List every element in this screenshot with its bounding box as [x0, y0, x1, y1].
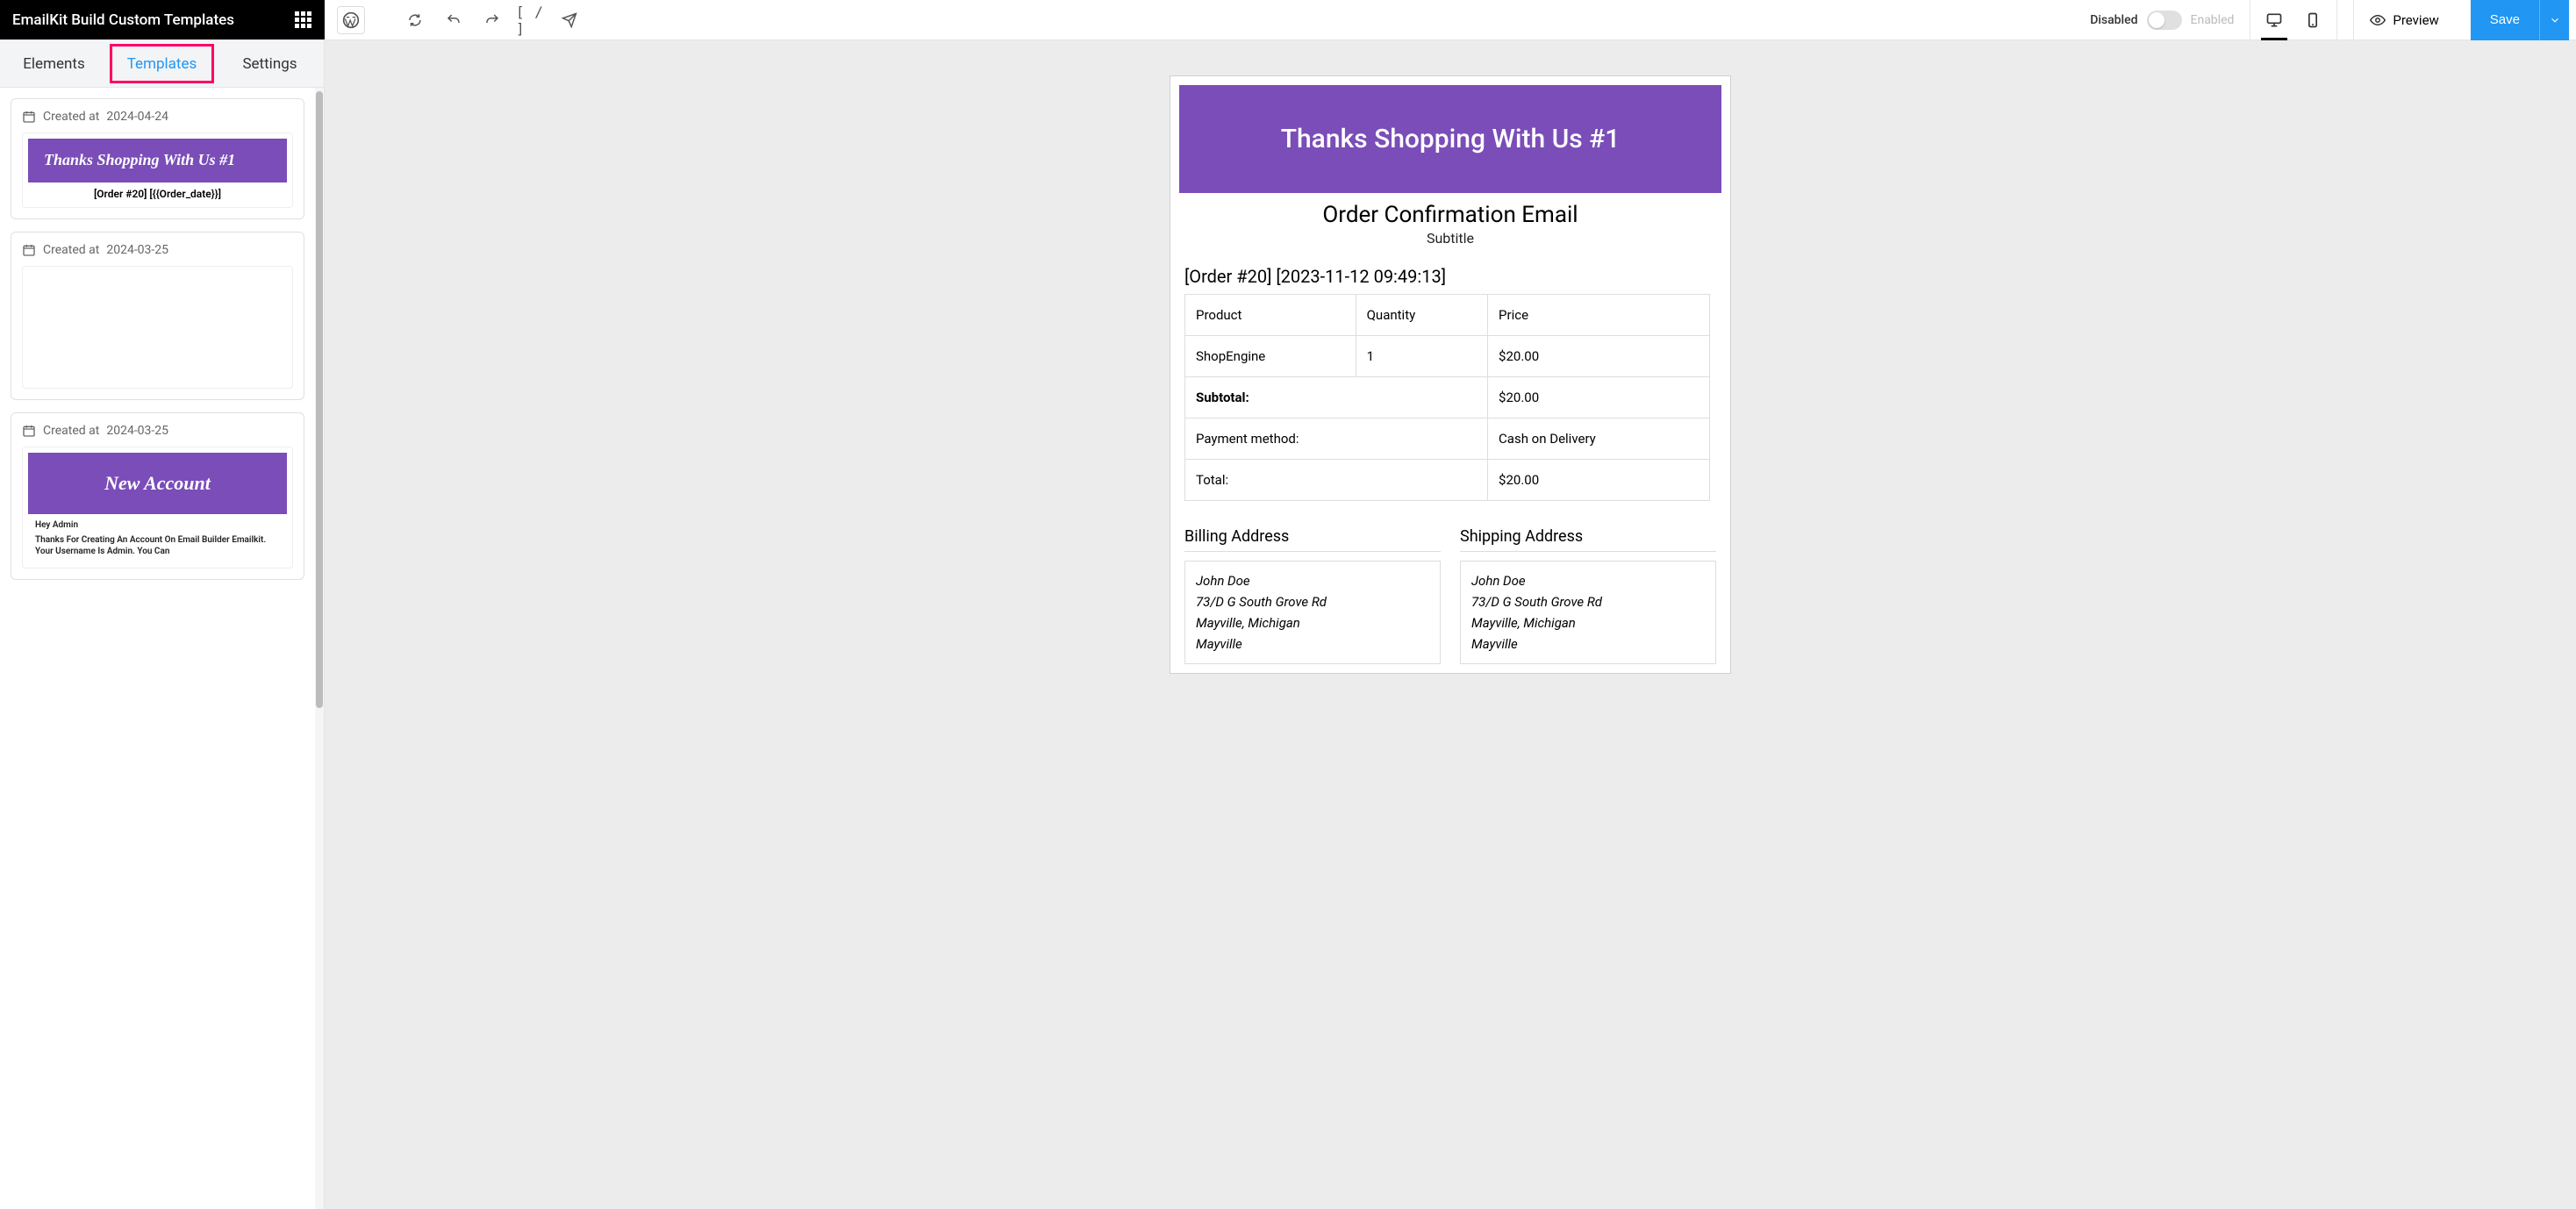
td-price: $20.00 — [1488, 336, 1710, 377]
main-layout: Elements Templates Settings Created at 2… — [0, 40, 2576, 1209]
tab-elements[interactable]: Elements — [0, 40, 108, 87]
billing-box: John Doe 73/D G South Grove Rd Mayville,… — [1184, 561, 1441, 664]
email-title: Order Confirmation Email — [1179, 202, 1721, 228]
undo-button[interactable] — [439, 5, 469, 35]
thumbnail-banner: New Account — [28, 453, 287, 514]
mobile-view-button[interactable] — [2301, 9, 2324, 32]
save-group: Save — [2471, 0, 2569, 40]
template-meta: Created at 2024-03-25 — [22, 243, 293, 257]
billing-column: Billing Address John Doe 73/D G South Gr… — [1184, 527, 1441, 664]
enable-toggle[interactable] — [2147, 11, 2182, 30]
toolbar-right: Disabled Enabled Preview Save — [2090, 0, 2569, 40]
shipping-name: John Doe — [1471, 570, 1705, 591]
sidebar: Elements Templates Settings Created at 2… — [0, 40, 325, 1209]
shortcode-button[interactable]: [ / ] — [516, 5, 546, 35]
order-table: Product Quantity Price ShopEngine 1 $20.… — [1184, 294, 1710, 501]
th-price: Price — [1488, 295, 1710, 336]
wordpress-button[interactable] — [337, 6, 365, 34]
table-row: Product Quantity Price — [1185, 295, 1710, 336]
enable-toggle-group: Disabled Enabled — [2090, 11, 2234, 30]
shipping-title: Shipping Address — [1460, 527, 1716, 552]
email-hero: Thanks Shopping With Us #1 — [1179, 85, 1721, 193]
redo-button[interactable] — [477, 5, 507, 35]
preview-label: Preview — [2393, 12, 2438, 28]
template-thumbnail: Thanks Shopping With Us #1 [Order #20] [… — [22, 132, 293, 208]
shipping-street: 73/D G South Grove Rd — [1471, 591, 1705, 612]
billing-city: Mayville, Michigan — [1196, 612, 1429, 633]
shipping-box: John Doe 73/D G South Grove Rd Mayville,… — [1460, 561, 1716, 664]
brand-title: EmailKit Build Custom Templates — [12, 11, 234, 29]
created-prefix: Created at — [43, 424, 99, 438]
thumbnail-subtext: [Order #20] [{{Order_date}}] — [28, 182, 287, 202]
thumbnail-body: Thanks For Creating An Account On Email … — [35, 534, 280, 557]
created-date: 2024-03-25 — [106, 243, 168, 257]
sidebar-tabs: Elements Templates Settings — [0, 40, 324, 88]
th-quantity: Quantity — [1356, 295, 1487, 336]
save-button[interactable]: Save — [2471, 0, 2539, 40]
template-meta: Created at 2024-04-24 — [22, 110, 293, 124]
order-header: [Order #20] [2023-11-12 09:49:13] — [1184, 266, 1716, 287]
table-row: Total: $20.00 — [1185, 460, 1710, 501]
preview-button[interactable]: Preview — [2353, 0, 2454, 40]
total-label: Total: — [1185, 460, 1488, 501]
created-date: 2024-03-25 — [106, 424, 168, 438]
thumbnail-banner: Thanks Shopping With Us #1 — [28, 139, 287, 182]
created-prefix: Created at — [43, 110, 99, 124]
tab-templates[interactable]: Templates — [108, 40, 216, 87]
shipping-extra: Mayville — [1471, 633, 1705, 655]
template-card[interactable]: Created at 2024-04-24 Thanks Shopping Wi… — [11, 98, 304, 219]
created-prefix: Created at — [43, 243, 99, 257]
total-value: $20.00 — [1488, 460, 1710, 501]
td-quantity: 1 — [1356, 336, 1487, 377]
enabled-label: Enabled — [2191, 13, 2235, 27]
canvas[interactable]: Thanks Shopping With Us #1 Order Confirm… — [325, 40, 2576, 1209]
desktop-view-button[interactable] — [2263, 9, 2286, 32]
table-row: Payment method: Cash on Delivery — [1185, 418, 1710, 460]
template-card[interactable]: Created at 2024-03-25 — [11, 232, 304, 400]
calendar-icon — [22, 424, 36, 438]
shipping-city: Mayville, Michigan — [1471, 612, 1705, 633]
payment-label: Payment method: — [1185, 418, 1488, 460]
calendar-icon — [22, 243, 36, 257]
th-product: Product — [1185, 295, 1356, 336]
refresh-button[interactable] — [400, 5, 430, 35]
address-row: Billing Address John Doe 73/D G South Gr… — [1184, 527, 1716, 664]
billing-name: John Doe — [1196, 570, 1429, 591]
template-thumbnail — [22, 266, 293, 389]
td-product: ShopEngine — [1185, 336, 1356, 377]
shipping-column: Shipping Address John Doe 73/D G South G… — [1460, 527, 1716, 664]
top-header: EmailKit Build Custom Templates [ / ] Di… — [0, 0, 2576, 40]
template-card[interactable]: Created at 2024-03-25 New Account Hey Ad… — [11, 412, 304, 580]
table-row: Subtotal: $20.00 — [1185, 377, 1710, 418]
save-dropdown-button[interactable] — [2539, 0, 2569, 40]
subtotal-value: $20.00 — [1488, 377, 1710, 418]
payment-value: Cash on Delivery — [1488, 418, 1710, 460]
brand-bar: EmailKit Build Custom Templates — [0, 0, 325, 39]
disabled-label: Disabled — [2090, 13, 2137, 27]
device-switcher — [2250, 0, 2337, 40]
sidebar-scrollbar[interactable] — [315, 88, 324, 1209]
template-meta: Created at 2024-03-25 — [22, 424, 293, 438]
email-subtitle: Subtitle — [1179, 230, 1721, 247]
apps-grid-icon[interactable] — [295, 11, 312, 29]
calendar-icon — [22, 110, 36, 124]
created-date: 2024-04-24 — [106, 110, 168, 124]
billing-title: Billing Address — [1184, 527, 1441, 552]
toolbar: [ / ] Disabled Enabled Preview — [325, 0, 2576, 39]
billing-extra: Mayville — [1196, 633, 1429, 655]
thumbnail-greeting: Hey Admin — [35, 519, 280, 531]
template-thumbnail: New Account Hey Admin Thanks For Creatin… — [22, 447, 293, 569]
email-preview[interactable]: Thanks Shopping With Us #1 Order Confirm… — [1170, 75, 1731, 674]
tab-settings[interactable]: Settings — [216, 40, 324, 87]
billing-street: 73/D G South Grove Rd — [1196, 591, 1429, 612]
templates-list[interactable]: Created at 2024-04-24 Thanks Shopping Wi… — [0, 88, 315, 1209]
send-button[interactable] — [555, 5, 584, 35]
subtotal-label: Subtotal: — [1185, 377, 1488, 418]
table-row: ShopEngine 1 $20.00 — [1185, 336, 1710, 377]
